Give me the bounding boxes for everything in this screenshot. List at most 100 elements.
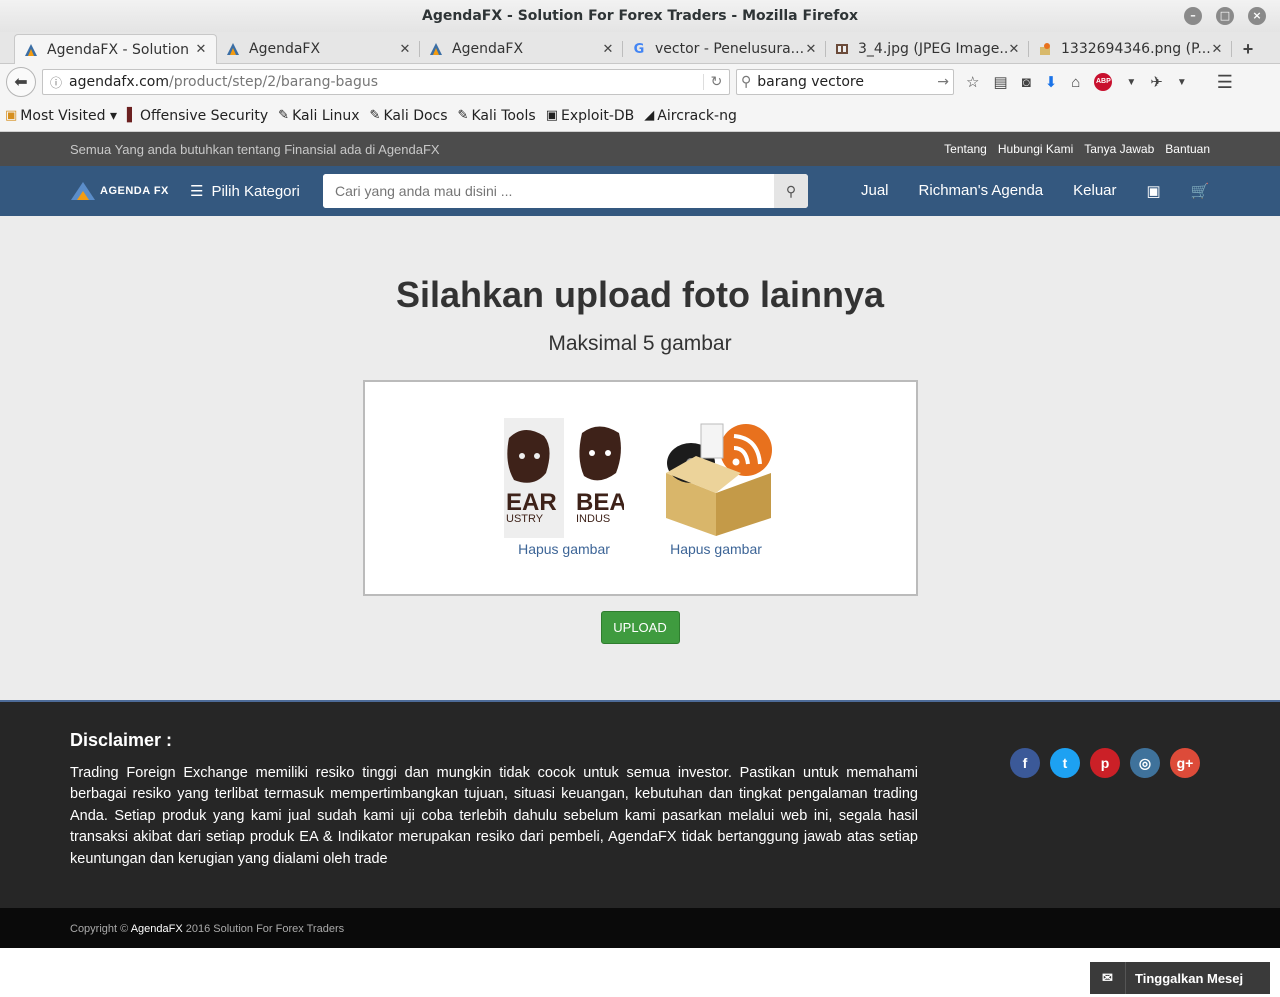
search-go-icon[interactable]: → [937, 74, 949, 90]
site-top-strip: Semua Yang anda butuhkan tentang Finansi… [0, 132, 1280, 166]
bookmark-kali-docs[interactable]: ✎ Kali Docs [370, 108, 448, 124]
svg-text:EAR: EAR [506, 489, 557, 516]
nav-link-richmans-agenda[interactable]: Richman's Agenda [919, 182, 1044, 200]
offsec-icon: ▌ [126, 108, 137, 123]
browser-tab[interactable]: AgendaFX - Solution Fo... ✕ [14, 34, 217, 64]
tab-label: 3_4.jpg (JPEG Image... [858, 41, 1007, 57]
bookmark-kali-tools[interactable]: ✎ Kali Tools [458, 108, 536, 124]
top-link-tentang[interactable]: Tentang [944, 142, 987, 156]
agendafx-logo-icon [71, 182, 95, 200]
browser-tab[interactable]: AgendaFX ✕ [420, 34, 623, 64]
download-icon[interactable]: ⬇ [1045, 73, 1058, 91]
category-menu-button[interactable]: ☰ Pilih Kategori [190, 182, 323, 201]
url-bar[interactable]: ⓘ agendafx.com /product/step/2/barang-ba… [42, 69, 730, 95]
svg-text:USTRY: USTRY [506, 513, 544, 525]
social-links: f t p ◎ g+ [1010, 730, 1200, 908]
back-arrow-icon: ⬅ [14, 74, 28, 91]
agendafx-favicon-icon [225, 41, 241, 57]
browser-tab[interactable]: G vector - Penelusura... ✕ [623, 34, 826, 64]
minimize-button[interactable]: – [1184, 7, 1202, 25]
bookmark-kali-linux[interactable]: ✎ Kali Linux [278, 108, 359, 124]
bookmark-star-icon[interactable]: ☆ [966, 73, 979, 91]
cart-icon[interactable]: 🛒 [1191, 182, 1210, 200]
site-search: ⚲ [323, 174, 808, 208]
site-search-input[interactable] [323, 174, 774, 208]
site-info-icon[interactable]: ⓘ [43, 74, 69, 91]
close-tab-icon[interactable]: ✕ [194, 42, 208, 57]
close-tab-icon[interactable]: ✕ [1007, 42, 1021, 57]
copyright-suffix: 2016 Solution For Forex Traders [185, 923, 345, 935]
kali-icon: ✎ [457, 108, 469, 123]
close-tab-icon[interactable]: ✕ [804, 42, 818, 57]
kali-icon: ✎ [278, 108, 290, 123]
tab-label: AgendaFX - Solution Fo... [47, 41, 194, 58]
bookmarks-toolbar: ▣ Most Visited ▾ ▌ Offensive Security ✎ Kal… [0, 100, 1280, 132]
hamburger-menu-icon[interactable]: ☰ [1217, 72, 1233, 93]
leave-message-label: Tinggalkan Mesej [1135, 970, 1244, 986]
browser-tab[interactable]: AgendaFX ✕ [217, 34, 420, 64]
leave-message-button[interactable]: ✉ Tinggalkan Mesej [1090, 962, 1270, 994]
tab-label: AgendaFX [452, 41, 524, 57]
pinterest-icon[interactable]: p [1090, 748, 1120, 778]
copyright-bar: Copyright © AgendaFX 2016 Solution For F… [0, 908, 1280, 948]
googleplus-icon[interactable]: g+ [1170, 748, 1200, 778]
tab-label: AgendaFX [249, 41, 321, 57]
new-tab-button[interactable]: + [1232, 34, 1264, 63]
top-link-tanya-jawab[interactable]: Tanya Jawab [1084, 142, 1154, 156]
adblock-icon[interactable]: ABP [1094, 73, 1113, 91]
bookmark-exploit-db[interactable]: ▣ Exploit-DB [546, 108, 635, 124]
close-tab-icon[interactable]: ✕ [398, 42, 412, 57]
url-host: agendafx.com [69, 74, 169, 90]
remove-image-link[interactable]: Hapus gambar [670, 541, 762, 557]
close-window-button[interactable]: × [1248, 7, 1266, 25]
upload-button[interactable]: UPLOAD [600, 611, 680, 644]
bookmark-aircrack-ng[interactable]: ◢ Aircrack-ng [644, 108, 737, 124]
disclaimer-title: Disclaimer : [70, 730, 173, 750]
instagram-icon[interactable]: ◎ [1130, 748, 1160, 778]
uploaded-images-box: EAR USTRY BEA INDUS Hapus gambar Hapus g… [362, 380, 918, 596]
aircrack-icon: ◢ [644, 108, 655, 123]
close-tab-icon[interactable]: ✕ [1210, 42, 1224, 57]
home-icon[interactable]: ⌂ [1071, 74, 1080, 91]
close-tab-icon[interactable]: ✕ [601, 42, 615, 57]
reading-list-icon[interactable]: ▤ [993, 73, 1007, 91]
browser-tab[interactable]: 1332694346.png (P... ✕ [1029, 34, 1232, 64]
window-title: AgendaFX - Solution For Forex Traders - … [421, 8, 859, 24]
extension-icon[interactable]: ✈ [1150, 73, 1163, 91]
envelope-icon: ✉ [1090, 962, 1126, 994]
page-heading: Silahkan upload foto lainnya [395, 274, 885, 315]
site-tagline: Semua Yang anda butuhkan tentang Finansi… [70, 141, 440, 157]
back-button[interactable]: ⬅ [6, 67, 36, 97]
browser-search-field[interactable]: ⚲ barang vectore → [736, 69, 954, 95]
google-favicon-icon: G [633, 41, 645, 57]
remove-image-link[interactable]: Hapus gambar [518, 541, 610, 557]
reload-icon[interactable]: ↻ [703, 74, 729, 90]
money-icon[interactable]: ▣ [1147, 182, 1161, 200]
nav-link-jual[interactable]: Jual [861, 182, 889, 200]
bookmark-offensive-security[interactable]: ▌ Offensive Security [127, 108, 268, 124]
tab-label: 1332694346.png (P... [1061, 41, 1210, 57]
site-search-button[interactable]: ⚲ [774, 174, 808, 208]
browser-search-value: barang vectore [757, 74, 864, 90]
nav-link-keluar[interactable]: Keluar [1073, 182, 1116, 200]
pocket-icon[interactable]: ◙ [1022, 74, 1031, 91]
tab-bar: AgendaFX - Solution Fo... ✕ AgendaFX ✕ A… [0, 32, 1280, 64]
copyright-brand-link[interactable]: AgendaFX [131, 923, 183, 935]
maximize-button[interactable]: □ [1216, 7, 1234, 25]
url-path: /product/step/2/barang-bagus [168, 74, 379, 90]
site-logo[interactable]: AGENDA FX [70, 181, 190, 201]
folder-icon: ▣ [5, 108, 18, 123]
top-link-hubungi-kami[interactable]: Hubungi Kami [998, 142, 1073, 156]
bookmark-most-visited[interactable]: ▣ Most Visited ▾ [5, 108, 117, 124]
copyright-prefix: Copyright © [70, 923, 129, 935]
browser-tab[interactable]: 3_4.jpg (JPEG Image... ✕ [826, 34, 1029, 64]
twitter-icon[interactable]: t [1050, 748, 1080, 778]
agendafx-favicon-icon [428, 41, 444, 57]
uploaded-image-item: Hapus gambar [656, 418, 776, 594]
dropdown-arrow-icon[interactable]: ▼ [1177, 77, 1187, 88]
bear-industry-image: EAR USTRY BEA INDUS [504, 418, 624, 538]
top-link-bantuan[interactable]: Bantuan [1165, 142, 1210, 156]
facebook-icon[interactable]: f [1010, 748, 1040, 778]
page-bottom: ✉ Tinggalkan Mesej [0, 948, 1280, 994]
dropdown-arrow-icon[interactable]: ▼ [1126, 77, 1136, 88]
